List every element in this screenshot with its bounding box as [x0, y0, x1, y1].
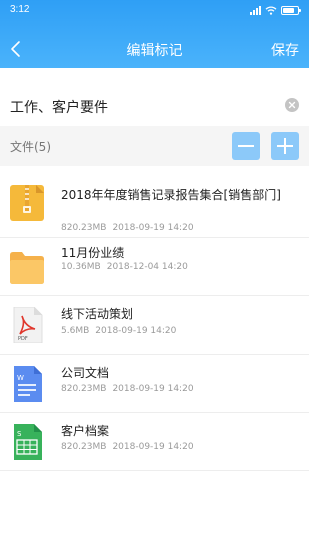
- file-item[interactable]: S 客户档案 820.23MB 2018-09-19 14:20: [0, 413, 309, 471]
- file-list: 2018年年度销售记录报告集合[销售部门] 820.23MB 2018-09-19…: [0, 175, 309, 471]
- word-doc-icon: W: [10, 366, 44, 402]
- file-size: 820.23MB: [61, 223, 107, 233]
- file-name: 11月份业绩: [61, 246, 125, 260]
- file-date: 2018-09-19 14:20: [95, 326, 177, 336]
- add-file-button[interactable]: [271, 132, 299, 160]
- tag-input-row[interactable]: 工作、客户要件: [0, 86, 309, 127]
- chevron-left-icon: [11, 41, 20, 57]
- back-button[interactable]: [6, 38, 28, 60]
- file-name: 线下活动策划: [61, 307, 134, 321]
- file-size: 10.36MB: [61, 262, 101, 272]
- wifi-icon: [265, 5, 277, 15]
- signal-icon: [250, 5, 261, 15]
- file-date: 2018-09-19 14:20: [112, 442, 194, 452]
- file-meta: 820.23MB 2018-09-19 14:20: [61, 223, 200, 233]
- file-name: 客户档案: [61, 424, 110, 438]
- minus-icon: [238, 145, 254, 147]
- pdf-file-icon: PDF: [10, 306, 44, 344]
- clear-button[interactable]: [285, 98, 299, 112]
- status-icons: [250, 4, 301, 16]
- battery-icon: [281, 5, 301, 15]
- file-name: 2018年年度销售记录报告集合[销售部门]: [61, 188, 281, 202]
- app-header: 3:12 编辑标记 保存: [0, 0, 309, 68]
- files-header: 文件(5): [0, 126, 309, 166]
- file-size: 820.23MB: [61, 384, 107, 394]
- plus-icon: [277, 138, 293, 154]
- spreadsheet-icon: S: [10, 424, 44, 460]
- file-count-label: 文件(5): [10, 140, 51, 154]
- clear-circle-icon: [288, 101, 296, 109]
- file-date: 2018-12-04 14:20: [106, 262, 188, 272]
- file-meta: 820.23MB 2018-09-19 14:20: [61, 442, 200, 452]
- zip-file-icon: [10, 185, 44, 221]
- status-time: 3:12: [10, 4, 30, 15]
- file-item[interactable]: W 公司文档 820.23MB 2018-09-19 14:20: [0, 355, 309, 413]
- svg-text:PDF: PDF: [18, 336, 28, 342]
- file-meta: 5.6MB 2018-09-19 14:20: [61, 326, 182, 336]
- file-date: 2018-09-19 14:20: [112, 384, 194, 394]
- file-item[interactable]: PDF 线下活动策划 5.6MB 2018-09-19 14:20: [0, 296, 309, 355]
- folder-icon: [10, 249, 44, 285]
- remove-file-button[interactable]: [232, 132, 260, 160]
- svg-text:S: S: [17, 430, 22, 438]
- file-meta: 820.23MB 2018-09-19 14:20: [61, 384, 200, 394]
- file-item[interactable]: 2018年年度销售记录报告集合[销售部门] 820.23MB 2018-09-19…: [0, 175, 309, 238]
- file-item[interactable]: 11月份业绩 10.36MB 2018-12-04 14:20: [0, 238, 309, 296]
- file-size: 820.23MB: [61, 442, 107, 452]
- tag-input[interactable]: 工作、客户要件: [10, 97, 108, 117]
- svg-text:W: W: [17, 374, 24, 382]
- file-name: 公司文档: [61, 366, 110, 380]
- status-bar: 3:12: [0, 0, 309, 20]
- file-meta: 10.36MB 2018-12-04 14:20: [61, 262, 194, 272]
- file-size: 5.6MB: [61, 326, 90, 336]
- file-date: 2018-09-19 14:20: [112, 223, 194, 233]
- page-title: 编辑标记: [126, 43, 183, 59]
- save-button[interactable]: 保存: [271, 40, 299, 60]
